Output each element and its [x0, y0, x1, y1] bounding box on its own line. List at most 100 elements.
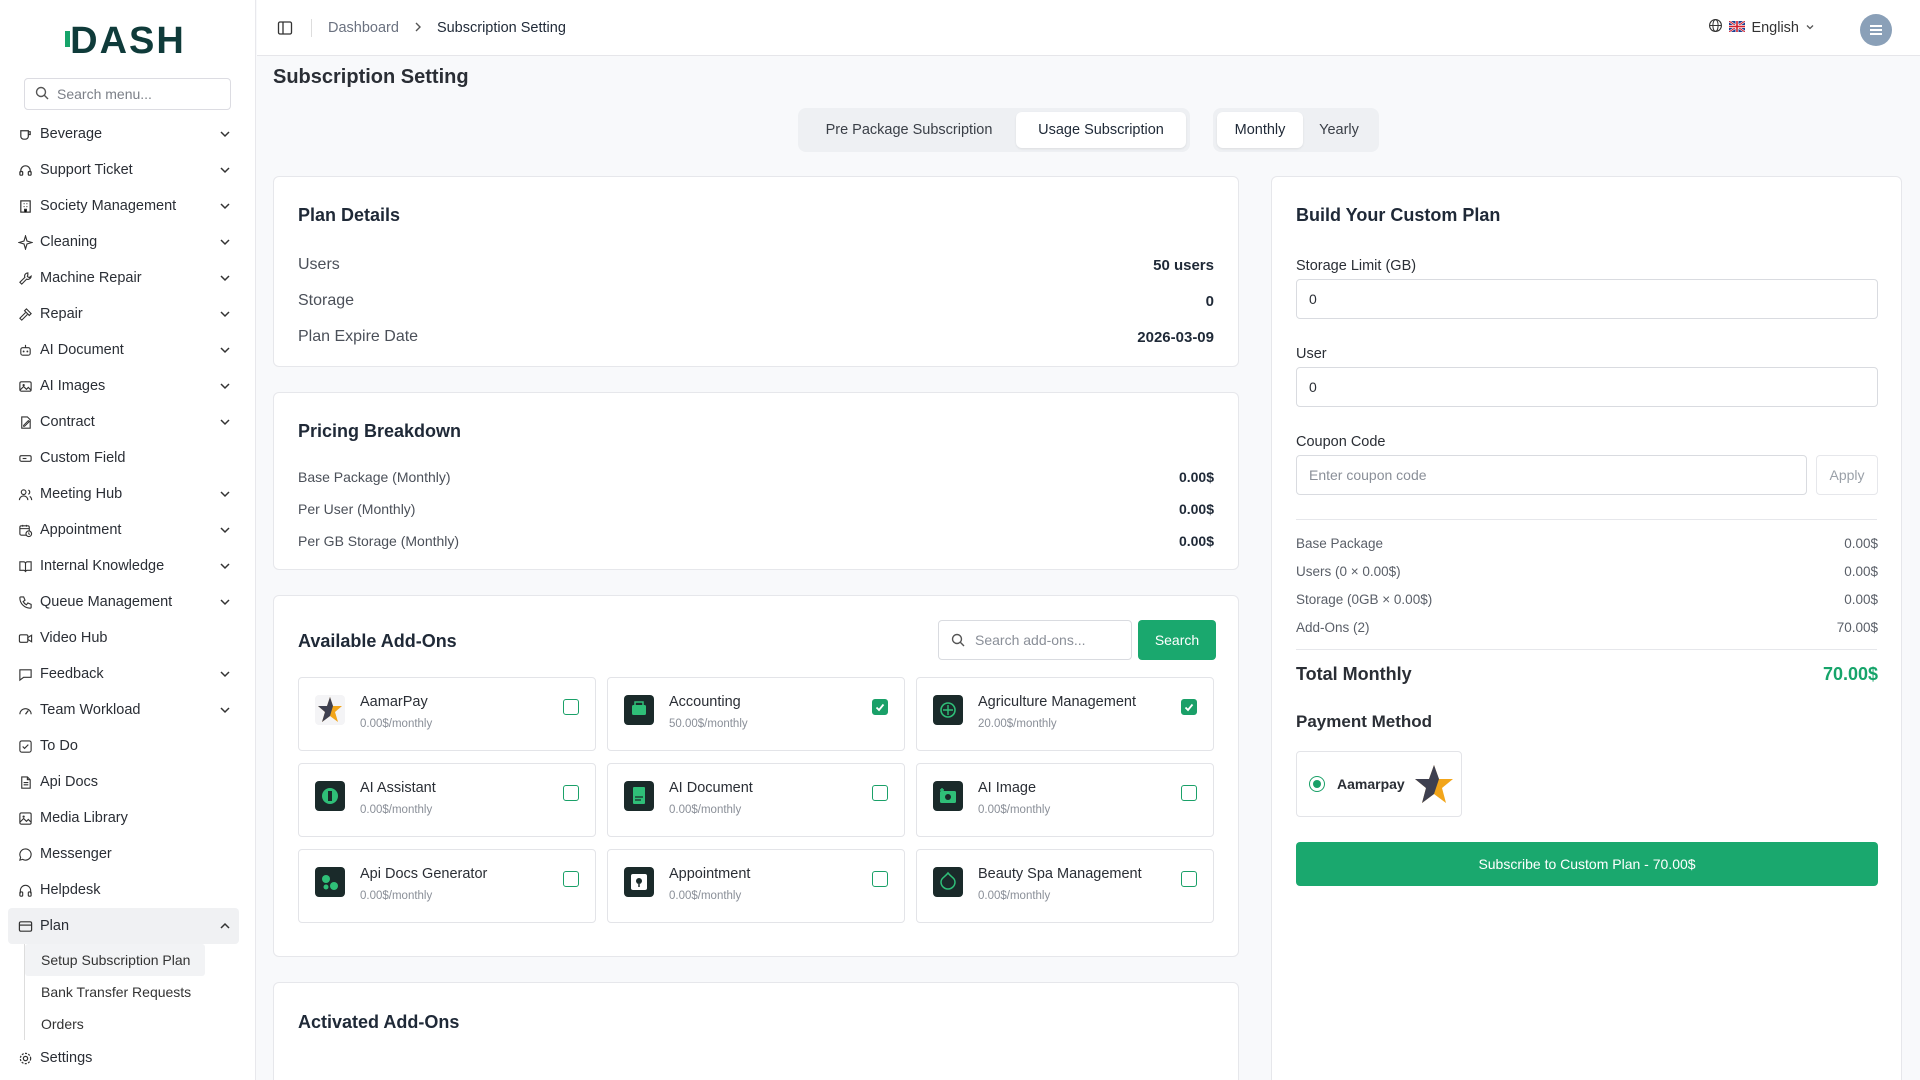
addon-price: 0.00$/monthly — [978, 890, 1051, 902]
language-selector[interactable]: English — [1708, 18, 1815, 37]
addon-card[interactable]: Agriculture Management 20.00$/monthly — [916, 677, 1214, 751]
sidebar-item-label: Custom Field — [40, 450, 126, 466]
plan-submenu: Setup Subscription Plan Bank Transfer Re… — [24, 944, 255, 1040]
language-label: English — [1751, 19, 1799, 36]
sidebar-subitem-orders[interactable]: Orders — [25, 1008, 255, 1040]
sidebar-item-society-management[interactable]: Society Management — [0, 188, 255, 224]
sidebar-item-contract[interactable]: Contract — [0, 404, 255, 440]
pricing-rows: Base Package (Monthly) 0.00$ Per User (M… — [298, 461, 1214, 557]
gauge-icon — [16, 701, 34, 719]
addon-checkbox[interactable] — [563, 871, 579, 887]
addon-price: 20.00$/monthly — [978, 718, 1057, 730]
chevron-down-icon — [219, 668, 231, 684]
chevron-down-icon — [219, 128, 231, 144]
addon-search-input[interactable]: Search add-ons... — [938, 620, 1132, 660]
addon-checkbox[interactable] — [872, 871, 888, 887]
sidebar-item-queue-management[interactable]: Queue Management — [0, 584, 255, 620]
sidebar-item-support-ticket[interactable]: Support Ticket — [0, 152, 255, 188]
sidebar-item-machine-repair[interactable]: Machine Repair — [0, 260, 255, 296]
tab-pre-package-subscription[interactable]: Pre Package Subscription — [802, 112, 1016, 148]
sidebar-item-repair[interactable]: Repair — [0, 296, 255, 332]
coupon-code-input[interactable]: Enter coupon code — [1296, 455, 1807, 495]
headphones-icon — [16, 881, 34, 899]
sidebar-item-label: AI Document — [40, 342, 124, 358]
addon-card[interactable]: Accounting 50.00$/monthly — [607, 677, 905, 751]
sidebar-item-ai-images[interactable]: AI Images — [0, 368, 255, 404]
sidebar-item-internal-knowledge[interactable]: Internal Knowledge — [0, 548, 255, 584]
storage-limit-input[interactable]: 0 — [1296, 279, 1878, 319]
sidebar-item-to-do[interactable]: To Do — [0, 728, 255, 764]
summary-row: Storage (0GB × 0.00$) 0.00$ — [1296, 585, 1878, 613]
payment-option-aamarpay[interactable]: Aamarpay — [1296, 751, 1462, 817]
sidebar-item-api-docs[interactable]: Api Docs — [0, 764, 255, 800]
search-icon — [35, 86, 49, 103]
addon-card[interactable]: Beauty Spa Management 0.00$/monthly — [916, 849, 1214, 923]
breadcrumb-dashboard[interactable]: Dashboard — [328, 20, 399, 36]
sidebar-item-label: Queue Management — [40, 594, 173, 610]
logo[interactable]: DASH — [0, 0, 255, 78]
tab-usage-subscription[interactable]: Usage Subscription — [1016, 112, 1186, 148]
addon-checkbox[interactable] — [1181, 871, 1197, 887]
field-icon — [16, 449, 34, 467]
users-icon — [16, 485, 34, 503]
addon-checkbox[interactable] — [1181, 785, 1197, 801]
sidebar-item-beverage[interactable]: Beverage — [0, 116, 255, 152]
chevron-down-icon — [219, 344, 231, 360]
summary-value: 0.00$ — [1844, 535, 1878, 551]
sidebar-search-input[interactable]: Search menu... — [24, 78, 231, 110]
available-addons-card: Available Add-Ons Search add-ons... Sear… — [273, 595, 1239, 957]
sidebar-item-video-hub[interactable]: Video Hub — [0, 620, 255, 656]
tab-yearly[interactable]: Yearly — [1303, 112, 1375, 148]
sidebar-item-label: Machine Repair — [40, 270, 142, 286]
sidebar-item-settings[interactable]: Settings — [0, 1040, 255, 1076]
addon-aamarpay-icon — [315, 695, 345, 725]
sidebar-item-feedback[interactable]: Feedback — [0, 656, 255, 692]
addon-card[interactable]: AamarPay 0.00$/monthly — [298, 677, 596, 751]
addon-ai-document-icon — [624, 781, 654, 811]
message-square-icon — [16, 665, 34, 683]
tab-monthly[interactable]: Monthly — [1217, 112, 1303, 148]
chevron-right-icon — [413, 20, 423, 35]
coupon-code-label: Coupon Code — [1296, 434, 1386, 450]
available-addons-title: Available Add-Ons — [298, 631, 457, 651]
addon-checkbox[interactable] — [563, 699, 579, 715]
sidebar-item-media-library[interactable]: Media Library — [0, 800, 255, 836]
aamarpay-logo-icon — [1413, 763, 1455, 805]
radio-selected-icon[interactable] — [1309, 776, 1325, 792]
chevron-down-icon — [219, 560, 231, 576]
sidebar-item-custom-field[interactable]: Custom Field — [0, 440, 255, 476]
divider — [1296, 649, 1877, 650]
subscribe-custom-plan-button[interactable]: Subscribe to Custom Plan - 70.00$ — [1296, 842, 1878, 886]
pricing-row: Base Package (Monthly) 0.00$ — [298, 461, 1214, 493]
sidebar-item-meeting-hub[interactable]: Meeting Hub — [0, 476, 255, 512]
addon-search-button[interactable]: Search — [1138, 620, 1216, 660]
billing-period-tabs: Monthly Yearly — [1213, 108, 1379, 152]
apply-coupon-button[interactable]: Apply — [1816, 455, 1878, 495]
addon-name: AI Image — [978, 780, 1037, 796]
sidebar-item-appointment[interactable]: Appointment — [0, 512, 255, 548]
plan-detail-label: Users — [298, 256, 340, 273]
user-input[interactable]: 0 — [1296, 367, 1878, 407]
sidebar-subitem-setup-subscription-plan[interactable]: Setup Subscription Plan — [25, 944, 205, 976]
addon-checkbox-checked[interactable] — [1181, 699, 1197, 715]
addon-checkbox-checked[interactable] — [872, 699, 888, 715]
avatar[interactable] — [1860, 14, 1892, 46]
addon-card[interactable]: AI Image 0.00$/monthly — [916, 763, 1214, 837]
addon-checkbox[interactable] — [872, 785, 888, 801]
addon-checkbox[interactable] — [563, 785, 579, 801]
chevron-down-icon — [219, 416, 231, 432]
addon-card[interactable]: Appointment 0.00$/monthly — [607, 849, 905, 923]
addon-card[interactable]: AI Assistant 0.00$/monthly — [298, 763, 596, 837]
addon-card[interactable]: AI Document 0.00$/monthly — [607, 763, 905, 837]
user-label: User — [1296, 346, 1327, 362]
sidebar-toggle-icon[interactable] — [275, 18, 295, 38]
sidebar-item-plan[interactable]: Plan — [8, 908, 239, 944]
sidebar-item-cleaning[interactable]: Cleaning — [0, 224, 255, 260]
sidebar-item-messenger[interactable]: Messenger — [0, 836, 255, 872]
sidebar-item-team-workload[interactable]: Team Workload — [0, 692, 255, 728]
addon-card[interactable]: Api Docs Generator 0.00$/monthly — [298, 849, 596, 923]
sidebar-item-ai-document[interactable]: AI Document — [0, 332, 255, 368]
sidebar-subitem-bank-transfer-requests[interactable]: Bank Transfer Requests — [25, 976, 255, 1008]
chevron-down-icon — [219, 236, 231, 252]
sidebar-item-helpdesk[interactable]: Helpdesk — [0, 872, 255, 908]
